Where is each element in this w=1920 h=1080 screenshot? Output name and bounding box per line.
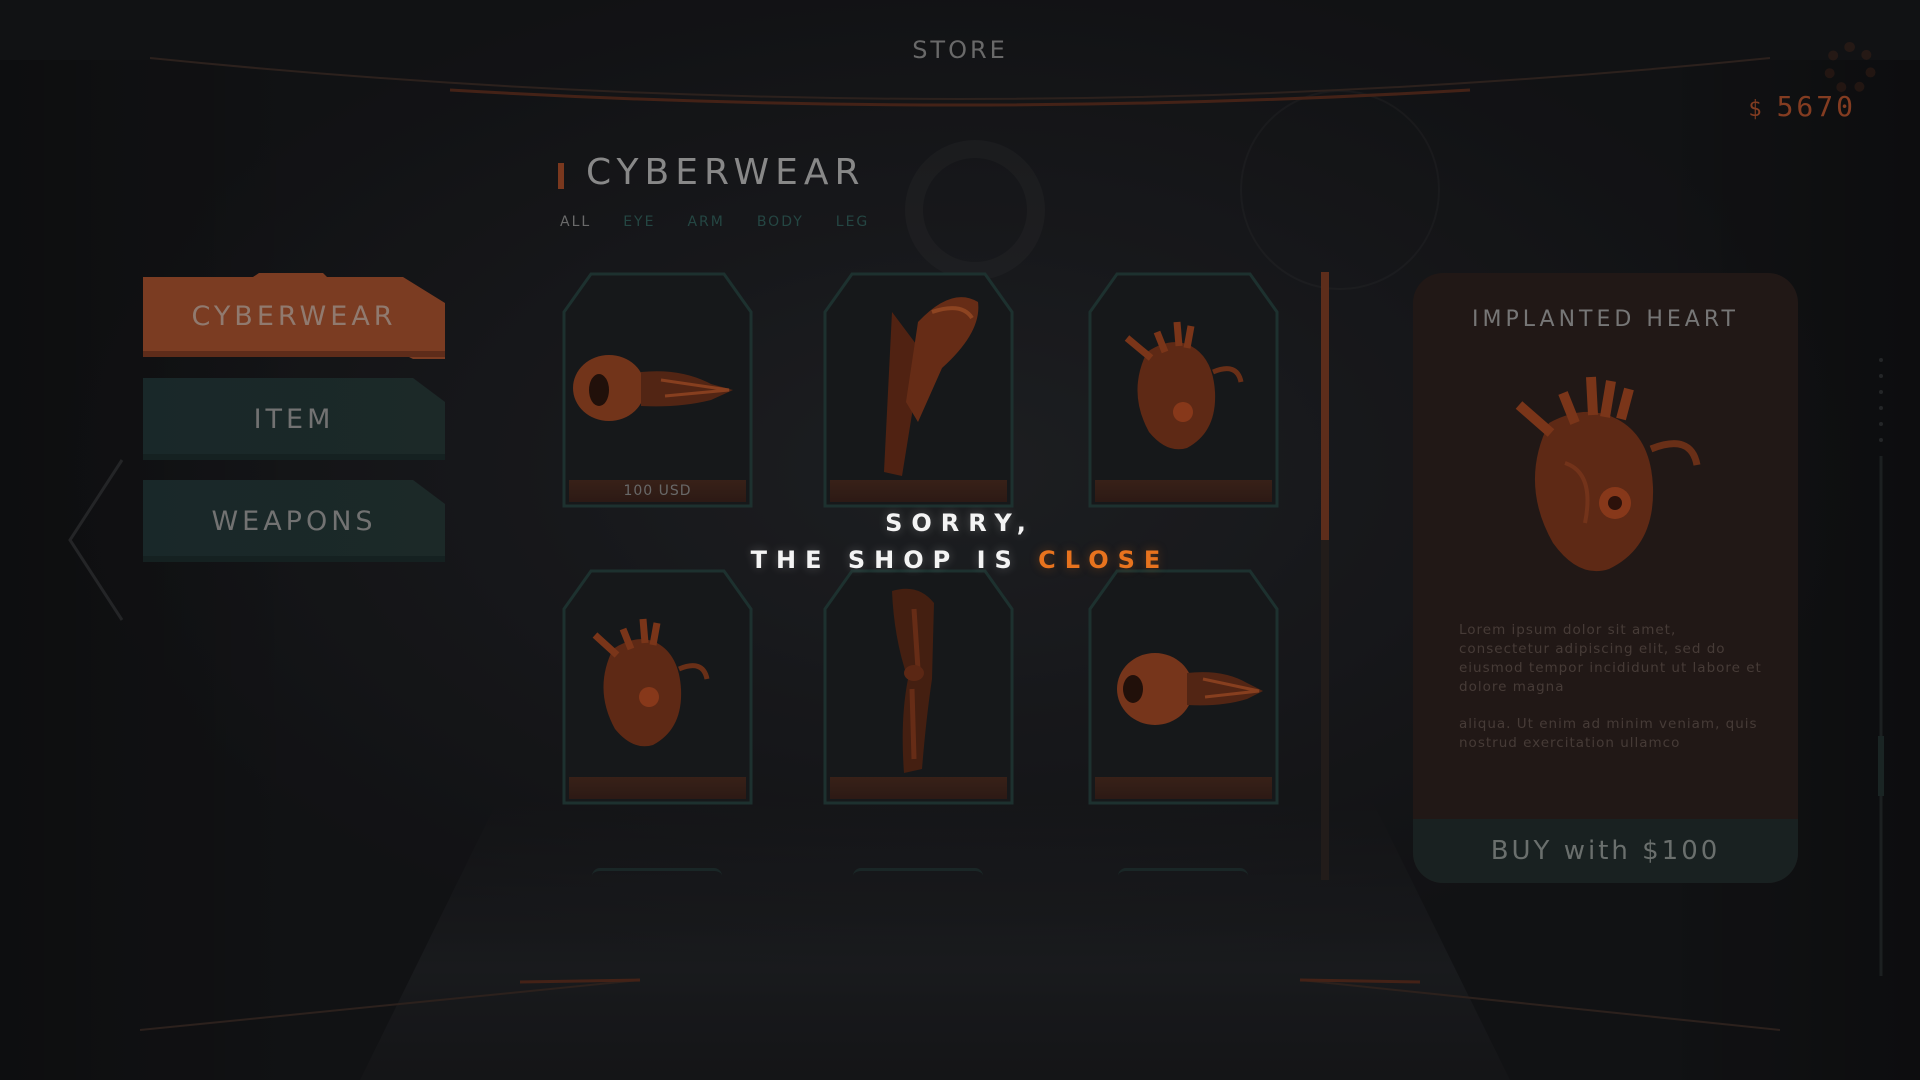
closed-message-prefix: THE SHOP IS: [750, 546, 1039, 574]
closed-message-line2: THE SHOP IS CLOSE: [0, 542, 1920, 579]
shop-closed-message: SORRY, THE SHOP IS CLOSE: [0, 505, 1920, 579]
closed-message-line1: SORRY,: [885, 509, 1035, 537]
closed-message-accent: CLOSE: [1038, 546, 1170, 574]
store-screen: STORE $5670 CYBERWEAR ALL EYE ARM BODY L…: [0, 0, 1920, 1080]
